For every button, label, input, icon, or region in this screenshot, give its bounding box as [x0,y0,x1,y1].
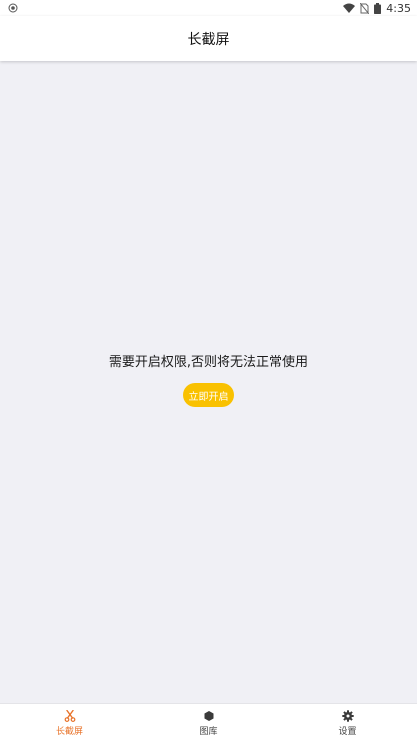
scissors-icon [64,710,75,722]
enable-permission-button[interactable]: 立即开启 [183,383,234,407]
nav-label-gallery: 图库 [199,727,218,737]
battery-icon [374,2,382,14]
permission-message: 需要开启权限,否则将无法正常使用 [108,355,309,370]
main-content: 需要开启权限,否则将无法正常使用 立即开启 [0,61,417,703]
nav-item-long-screenshot[interactable]: 长截屏 [0,704,139,743]
bottom-nav: 长截屏 图库 设置 [0,703,417,743]
gear-icon [341,710,354,722]
nav-label-long-screenshot: 长截屏 [55,727,83,737]
nav-label-settings: 设置 [338,727,357,737]
app-bar: 长截屏 [0,16,417,61]
wifi-icon [343,3,356,13]
android-icon [8,3,18,13]
hexagon-icon [204,711,213,721]
nav-item-gallery[interactable]: 图库 [139,704,278,743]
no-sim-icon [360,2,370,14]
status-bar: 4:35 [0,0,417,16]
nav-item-settings[interactable]: 设置 [278,704,417,743]
page-title: 长截屏 [187,31,230,48]
status-time: 4:35 [386,1,411,15]
